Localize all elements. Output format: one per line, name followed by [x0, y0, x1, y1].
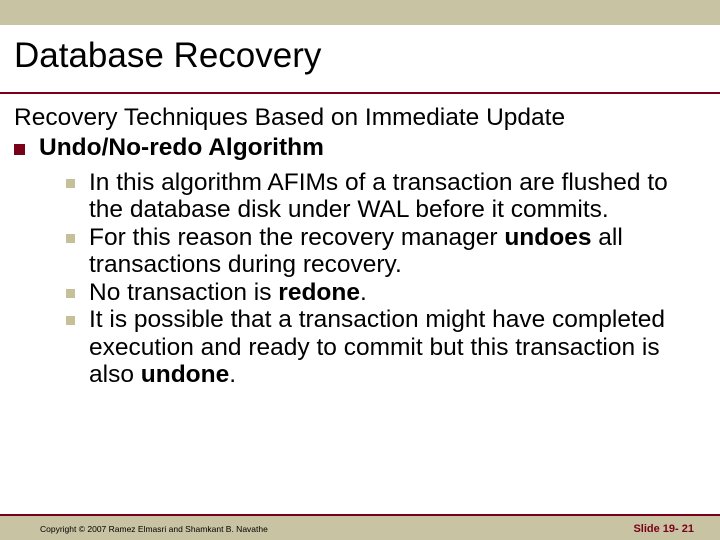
square-bullet-icon	[66, 234, 75, 243]
level1-text: Undo/No-redo Algorithm	[39, 134, 706, 163]
text-run: For this reason the recovery manager	[89, 224, 504, 251]
text-bold: undoes	[504, 224, 591, 251]
list-item-text: For this reason the recovery manager und…	[89, 224, 706, 279]
list-item-text: In this algorithm AFIMs of a transaction…	[89, 169, 706, 224]
content-area: Recovery Techniques Based on Immediate U…	[14, 104, 706, 388]
top-band	[0, 0, 720, 25]
bottom-bar: Copyright © 2007 Ramez Elmasri and Shamk…	[0, 514, 720, 540]
text-bold: undone	[141, 361, 229, 388]
list-item: In this algorithm AFIMs of a transaction…	[66, 169, 706, 224]
text-bold: redone	[278, 279, 360, 306]
slide-prefix: Slide 19-	[633, 523, 681, 535]
square-bullet-icon	[66, 179, 75, 188]
list-item: For this reason the recovery manager und…	[66, 224, 706, 279]
slide-num: 21	[682, 523, 694, 535]
text-run: .	[229, 361, 236, 388]
slide-title: Database Recovery	[14, 36, 321, 76]
level1-label: Undo/No-redo Algorithm	[39, 134, 324, 161]
slide-root: Database Recovery Recovery Techniques Ba…	[0, 0, 720, 540]
list-item-text: It is possible that a transaction might …	[89, 306, 706, 388]
list-item-text: No transaction is redone.	[89, 279, 706, 306]
title-rule	[0, 92, 720, 94]
slide-number: Slide 19- 21	[633, 523, 694, 535]
text-run: .	[360, 279, 367, 306]
text-run: No transaction is	[89, 279, 278, 306]
bullet-level1: Undo/No-redo Algorithm	[14, 134, 706, 163]
square-bullet-icon	[66, 289, 75, 298]
level2-group: In this algorithm AFIMs of a transaction…	[14, 169, 706, 389]
copyright-text: Copyright © 2007 Ramez Elmasri and Shamk…	[40, 524, 268, 534]
square-bullet-icon	[66, 316, 75, 325]
subtitle-text: Recovery Techniques Based on Immediate U…	[14, 104, 706, 132]
text-run: In this algorithm AFIMs of a transaction…	[89, 169, 668, 223]
list-item: It is possible that a transaction might …	[66, 306, 706, 388]
list-item: No transaction is redone.	[66, 279, 706, 306]
square-bullet-icon	[14, 144, 25, 155]
